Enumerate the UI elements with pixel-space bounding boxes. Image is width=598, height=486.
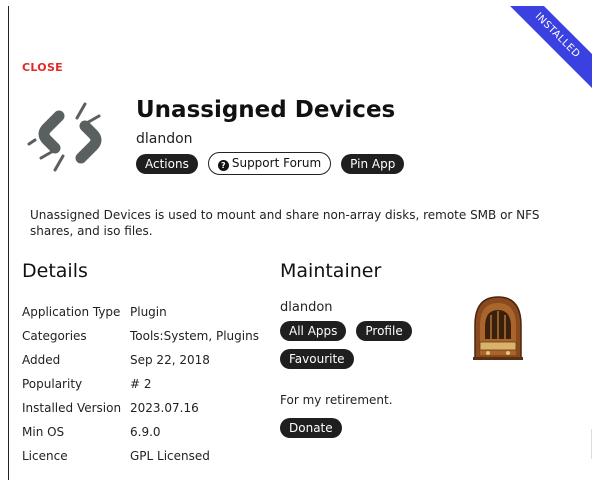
details-table: Application Type Plugin Categories Tools:S… (22, 300, 259, 468)
favourite-row: Favourite (280, 348, 354, 369)
detail-row-min-os: Min OS 6.9.0 (22, 420, 259, 444)
detail-value: Tools:System, Plugins (130, 329, 259, 343)
question-circle-icon: ? (217, 160, 229, 171)
maintainer-buttons: All Apps Profile (280, 321, 412, 341)
support-forum-button[interactable]: ? Support Forum (207, 152, 332, 175)
broken-link-icon (27, 102, 102, 172)
all-apps-button[interactable]: All Apps (280, 321, 347, 341)
detail-key: Application Type (22, 305, 121, 319)
pin-app-button[interactable]: Pin App (341, 153, 405, 174)
maintainer-heading: Maintainer (280, 260, 382, 282)
detail-row-licence: Licence GPL Licensed (22, 444, 259, 468)
detail-value[interactable]: GPL Licensed (130, 449, 210, 463)
vintage-radio-icon (473, 296, 523, 360)
detail-row-application-type: Application Type Plugin (22, 300, 259, 324)
app-title: Unassigned Devices (136, 97, 396, 123)
detail-value: Plugin (130, 305, 167, 319)
app-details-panel: INSTALLED CLOSE Unassigned Devices dland… (8, 6, 592, 480)
detail-row-added: Added Sep 22, 2018 (22, 348, 259, 372)
app-action-buttons: Actions ? Support Forum Pin App (136, 152, 405, 175)
detail-value: # 2 (130, 377, 152, 391)
maintainer-note: For my retirement. (280, 393, 393, 407)
detail-value: 2023.07.16 (130, 401, 199, 415)
installed-ribbon: INSTALLED (508, 6, 592, 96)
detail-value: Sep 22, 2018 (130, 353, 210, 367)
detail-key: Popularity (22, 377, 83, 391)
profile-button[interactable]: Profile (356, 321, 412, 341)
detail-key: Installed Version (22, 401, 122, 415)
installed-label: INSTALLED (508, 6, 592, 96)
detail-row-categories: Categories Tools:System, Plugins (22, 324, 259, 348)
detail-key: Categories (22, 329, 87, 343)
scroll-edge (586, 429, 592, 459)
donate-button[interactable]: Donate (280, 418, 342, 438)
detail-key: Min OS (22, 425, 65, 439)
details-heading: Details (22, 260, 88, 282)
detail-row-installed-version: Installed Version 2023.07.16 (22, 396, 259, 420)
app-description: Unassigned Devices is used to mount and … (30, 208, 540, 238)
maintainer-name: dlandon (280, 300, 333, 315)
actions-button[interactable]: Actions (136, 153, 198, 174)
detail-key: Licence (22, 449, 68, 463)
detail-row-popularity: Popularity # 2 (22, 372, 259, 396)
detail-key: Added (22, 353, 61, 367)
donate-row: Donate (280, 417, 342, 438)
support-forum-label: Support Forum (231, 156, 322, 170)
app-author[interactable]: dlandon (136, 131, 193, 147)
close-button[interactable]: CLOSE (22, 61, 63, 74)
detail-value: 6.9.0 (130, 425, 161, 439)
favourite-button[interactable]: Favourite (280, 349, 354, 369)
